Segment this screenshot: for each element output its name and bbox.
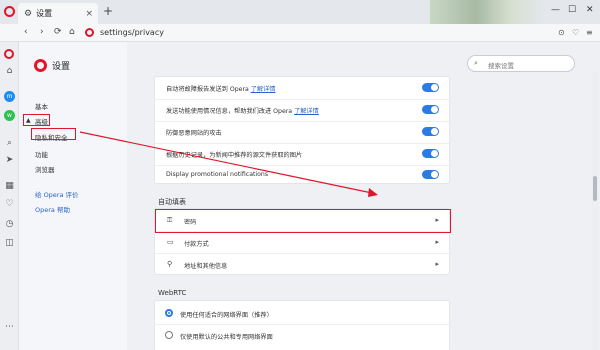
setting-label: Display promotional notifications [166,171,269,178]
highlight-advanced [23,114,50,126]
history-icon[interactable]: ◷ [4,219,15,230]
speed-dial-icon[interactable]: ◫ [4,238,15,249]
heart-sidebar-icon[interactable]: ♡ [4,199,15,210]
tab-settings[interactable]: ⚙ 设置 × [18,3,98,24]
divider [155,324,449,325]
autofill-row-addresses[interactable]: ⚲ 地址和其他信息 ▸ [155,254,449,275]
whatsapp-icon[interactable]: w [4,110,15,121]
toggle-promo-notifications[interactable] [422,170,439,179]
payment-label: 付款方式 [184,241,209,248]
webrtc-option-any: 使用任何适合的网络界面（推荐） [180,312,273,319]
toggle-malicious-sites[interactable] [422,127,439,136]
learn-more-link[interactable]: 了解详情 [294,108,319,115]
more-icon[interactable]: ⋯ [4,322,15,333]
minimize-button[interactable]: — [551,5,560,15]
highlight-passwords [155,209,451,233]
site-icon [85,28,94,37]
setting-label: 自动将故障报告发送到 Opera [166,86,249,93]
tab-bar: ⚙ 设置 × + — ☐ ✕ [0,0,600,24]
gear-icon: ⚙ [24,8,33,19]
search-settings-input[interactable]: 搜索设置 [467,55,575,72]
page-title: 设置 [52,62,71,72]
setting-row-crash-reports: 自动将故障报告发送到 Opera 了解详情 [155,84,449,93]
apps-icon[interactable]: ▦ [4,181,15,192]
address-bar: ‹ › ⟳ ⌂ settings/privacy ⊙ ♡ ≡ [0,24,600,42]
camera-icon[interactable]: ⊙ [558,28,565,37]
location-icon: ⚲ [167,260,173,268]
setting-label: 根据历史记录，为新闻中推荐的源文件获取的图片 [166,152,303,159]
search-settings-icon: ⌕ [474,59,478,67]
highlight-privacy [31,128,76,140]
maximize-button[interactable]: ☐ [568,5,576,15]
heart-icon[interactable]: ♡ [572,28,579,37]
nav-features[interactable]: 功能 [35,149,48,159]
toggle-news-images[interactable] [422,149,439,158]
chevron-right-icon: ▸ [435,238,439,246]
autofill-row-payment[interactable]: ▭ 付款方式 ▸ [155,232,449,253]
messenger-icon[interactable]: m [4,91,15,102]
nav-basic[interactable]: 基本 [35,101,48,111]
wallpaper-strip [430,0,545,24]
opera-menu-icon[interactable] [4,6,15,17]
rate-opera-link[interactable]: 给 Opera 评价 [35,189,79,199]
home-icon[interactable]: ⌂ [4,66,15,77]
nav-browser[interactable]: 浏览器 [35,164,55,174]
home-button[interactable]: ⌂ [69,27,75,37]
webrtc-option-default: 仅使用默认的公共和专用网络界面 [180,334,273,341]
new-tab-button[interactable]: + [103,4,113,18]
webrtc-card: 使用任何适合的网络界面（推荐） 仅使用默认的公共和专用网络界面 [154,300,450,350]
arrow-head [368,188,378,197]
addresses-label: 地址和其他信息 [184,263,228,270]
chevron-right-icon: ▸ [435,260,439,268]
scrollbar-thumb[interactable] [593,176,597,201]
opera-help-link[interactable]: Opera 帮助 [35,204,70,214]
easy-setup-icon[interactable]: ≡ [586,28,593,37]
opera-logo-icon [34,59,47,72]
setting-label: 防御恶意网站的攻击 [166,130,222,137]
privacy-card: 自动将故障报告发送到 Opera 了解详情 发送功能使用情况信息，帮助我们改进 … [154,76,450,184]
search-icon[interactable]: ⌕ [4,138,15,149]
setting-row-promo-notifications: Display promotional notifications [155,171,449,178]
send-icon[interactable]: ➤ [4,155,15,166]
tab-title: 设置 [36,9,53,18]
forward-button[interactable]: › [40,27,44,37]
divider [155,121,449,122]
divider [155,99,449,100]
reload-button[interactable]: ⟳ [54,27,62,37]
learn-more-link[interactable]: 了解详情 [251,86,276,93]
browser-sidebar: ⌂ m w ⌕ ➤ ▦ ♡ ◷ ◫ ⋯ [0,42,19,350]
close-window-button[interactable]: ✕ [586,5,594,15]
back-button[interactable]: ‹ [24,27,28,37]
toggle-crash-reports[interactable] [422,83,439,92]
toggle-usage-info[interactable] [422,105,439,114]
opera-icon[interactable] [4,49,14,59]
setting-row-news-images: 根据历史记录，为新闻中推荐的源文件获取的图片 [155,150,449,159]
url-field[interactable]: settings/privacy [100,28,164,37]
scrollbar-track[interactable] [592,72,598,350]
settings-nav: 设置 基本 ▲ 高级 隐私和安全 功能 浏览器 给 Opera 评价 Opera… [19,42,127,350]
divider [155,143,449,144]
divider [155,165,449,166]
card-icon: ▭ [167,238,174,246]
close-tab-icon[interactable]: × [85,9,93,19]
autofill-title: 自动填表 [158,198,186,206]
setting-row-malicious-sites: 防御恶意网站的攻击 [155,128,449,137]
setting-row-usage-info: 发送功能使用情况信息，帮助我们改进 Opera 了解详情 [155,106,449,115]
webrtc-title: WebRTC [158,289,187,297]
setting-label: 发送功能使用情况信息，帮助我们改进 Opera [166,108,293,115]
